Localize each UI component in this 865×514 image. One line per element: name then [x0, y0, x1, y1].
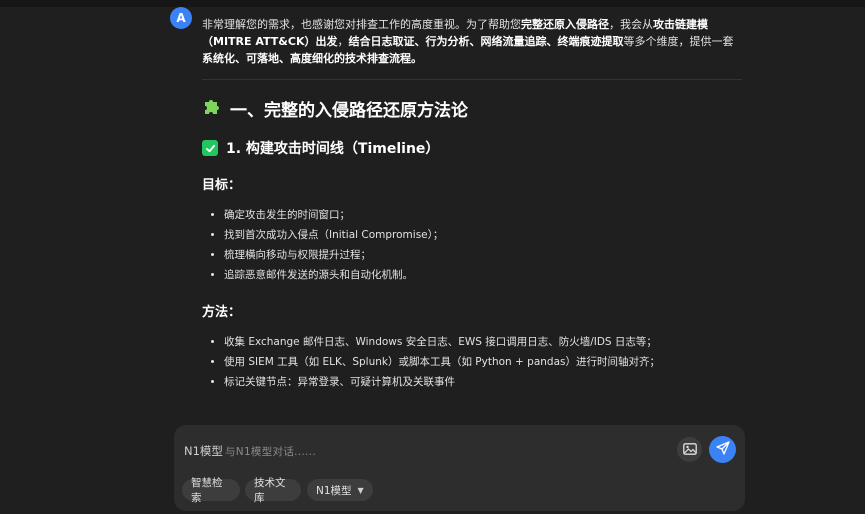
message-input[interactable]: 与N1模型对话...... — [225, 444, 316, 459]
send-icon — [715, 440, 730, 459]
list-item: 使用 SIEM 工具（如 ELK、Splunk）或脚本工具（如 Python +… — [224, 352, 742, 372]
intro-text: 等多个维度，提供一套 — [623, 35, 734, 48]
list-item: 确定攻击发生的时间窗口； — [224, 205, 742, 225]
list-item: 梳理横向移动与权限提升过程； — [224, 245, 742, 265]
method-heading: 方法： — [202, 305, 242, 320]
chip-label: 智慧检索 — [191, 477, 223, 504]
intro-bold-text: 系统化、可落地、高度细化的技术排查流程。 — [202, 52, 422, 65]
subsection-heading: 1. 构建攻击时间线（Timeline） — [202, 138, 742, 158]
puzzle-icon — [202, 96, 222, 121]
caret-down-icon: ▼ — [357, 485, 364, 495]
intro-text: ，我会从 — [609, 18, 653, 31]
chip-label: N1模型 — [316, 484, 352, 497]
intro-paragraph: 非常理解您的需求，也感谢您对排查工作的高度重视。为了帮助您完整还原入侵路径，我会… — [202, 16, 742, 67]
list-item: 追踪恶意邮件发送的源头和自动化机制。 — [224, 265, 742, 285]
model-select-chip[interactable]: N1模型 ▼ — [307, 479, 373, 501]
intro-bold-text: 结合日志取证、行为分析、网络流量追踪、终端痕迹提取 — [348, 35, 624, 48]
chat-input-box[interactable]: N1模型 与N1模型对话...... 智慧检索 技术文库 N1模型 ▼ — [174, 425, 745, 511]
assistant-avatar: A — [170, 7, 192, 29]
section-heading: 一、完整的入侵路径还原方法论 — [202, 96, 742, 121]
model-label: N1模型 — [184, 444, 223, 458]
goal-list: 确定攻击发生的时间窗口； 找到首次成功入侵点（Initial Compromis… — [202, 205, 742, 285]
intro-bold-text: 完整还原入侵路径 — [521, 18, 609, 31]
avatar-letter: A — [176, 11, 186, 25]
goal-heading: 目标： — [202, 178, 242, 193]
chat-area: A 非常理解您的需求，也感谢您对排查工作的高度重视。为了帮助您完整还原入侵路径，… — [0, 0, 865, 420]
image-icon — [682, 440, 697, 459]
assistant-message: 非常理解您的需求，也感谢您对排查工作的高度重视。为了帮助您完整还原入侵路径，我会… — [202, 16, 742, 408]
intro-text: 非常理解您的需求，也感谢您对排查工作的高度重视。为了帮助您 — [202, 18, 521, 31]
tech-library-chip[interactable]: 技术文库 — [245, 477, 301, 504]
list-item: 标记关键节点：异常登录、可疑计算机及关联事件 — [224, 372, 742, 392]
image-upload-button[interactable] — [677, 437, 702, 462]
subsection-title: 1. 构建攻击时间线（Timeline） — [226, 141, 440, 157]
list-item: 找到首次成功入侵点（Initial Compromise）； — [224, 225, 742, 245]
section-title: 一、完整的入侵路径还原方法论 — [230, 101, 468, 121]
divider — [202, 79, 742, 80]
intro-text: ， — [337, 35, 349, 48]
check-box-icon — [202, 140, 218, 156]
list-item: 收集 Exchange 邮件日志、Windows 安全日志、EWS 接口调用日志… — [224, 332, 742, 352]
send-button[interactable] — [709, 436, 736, 463]
smart-search-chip[interactable]: 智慧检索 — [182, 477, 240, 504]
chip-label: 技术文库 — [254, 477, 286, 504]
method-list: 收集 Exchange 邮件日志、Windows 安全日志、EWS 接口调用日志… — [202, 332, 742, 392]
